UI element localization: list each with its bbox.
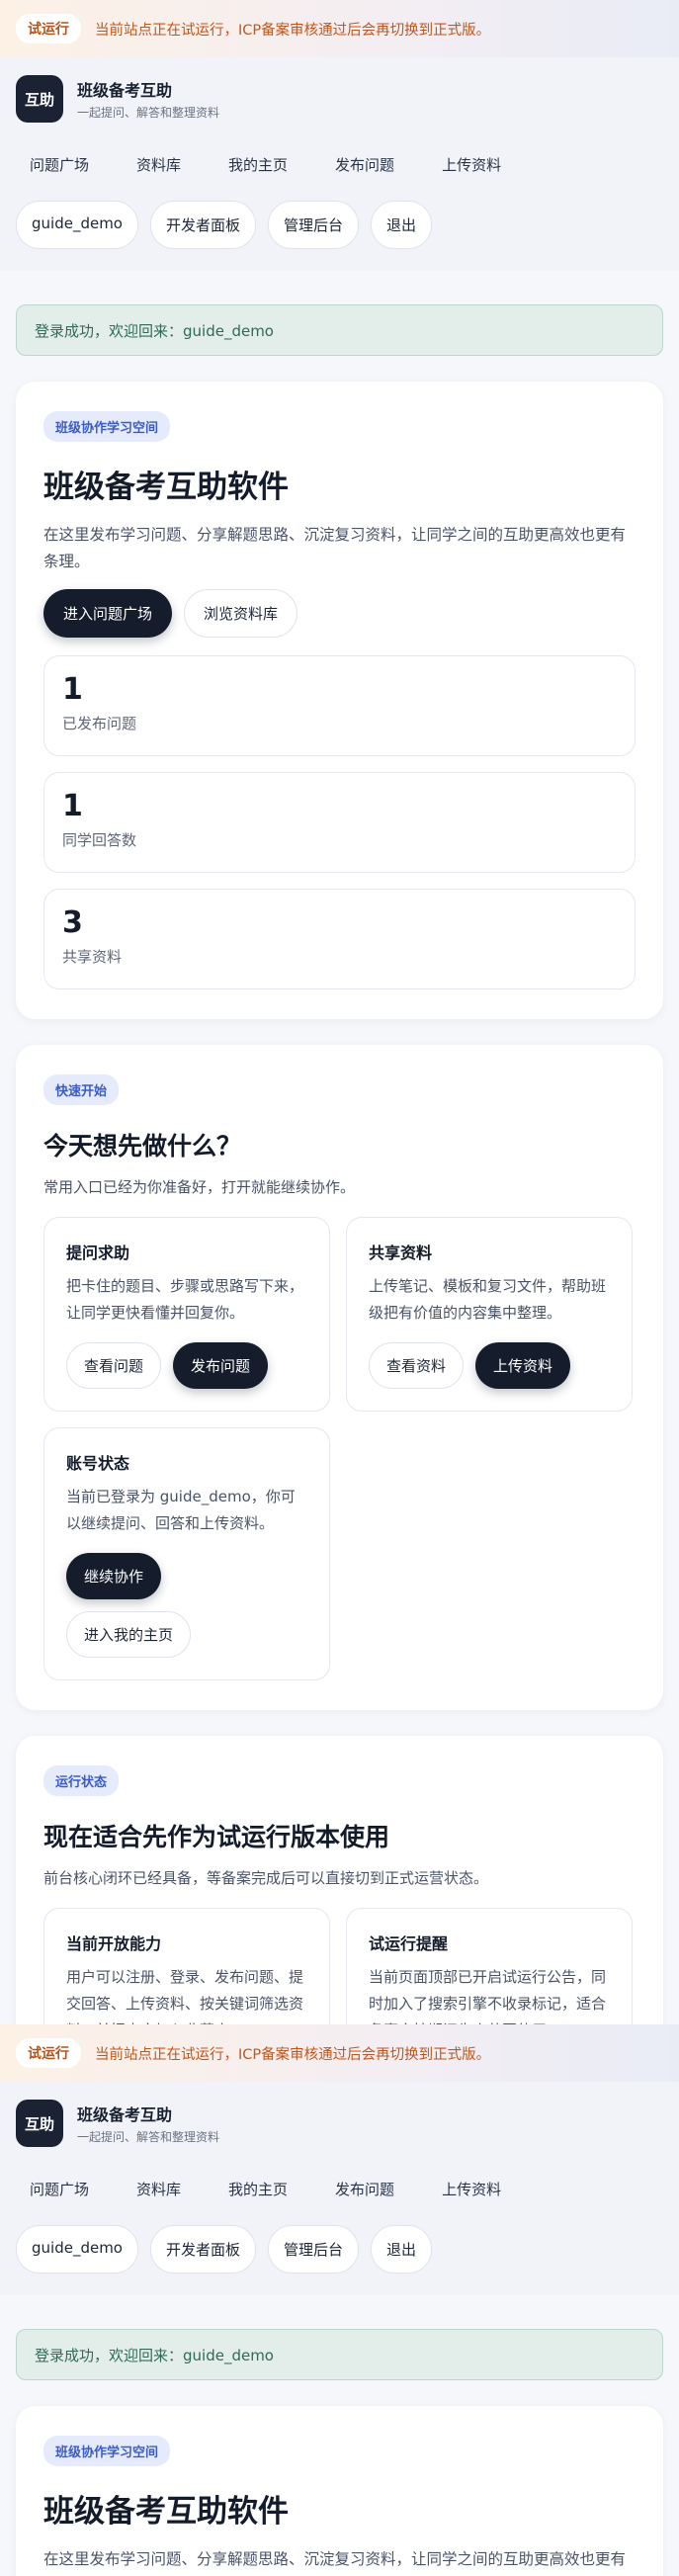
logo: 互助 <box>16 75 63 123</box>
main-content: 登录成功，欢迎回来：guide_demo 班级协作学习空间 班级备考互助软件 在… <box>0 304 679 2024</box>
brand-subtitle: 一起提问、解答和整理资料 <box>77 2130 220 2144</box>
browse-library-button[interactable]: 浏览资料库 <box>184 589 298 638</box>
main-nav: 问题广场 资料库 我的主页 发布问题 上传资料 <box>16 146 663 183</box>
admin-button[interactable]: 管理后台 <box>268 2225 360 2274</box>
trial-banner: 试运行 当前站点正在试运行，ICP备案审核通过后会再切换到正式版。 <box>0 0 679 57</box>
username-button[interactable]: guide_demo <box>16 2225 138 2274</box>
run-status-card: 运行状态 现在适合先作为试运行版本使用 前台核心闭环已经具备，等备案完成后可以直… <box>16 1736 663 2024</box>
nav-questions[interactable]: 问题广场 <box>16 2171 103 2207</box>
view-resources-button[interactable]: 查看资料 <box>369 1342 465 1389</box>
nav-library[interactable]: 资料库 <box>123 146 195 183</box>
nav-questions[interactable]: 问题广场 <box>16 146 103 183</box>
nav-ask[interactable]: 发布问题 <box>321 2171 408 2207</box>
page-view-repeat: 试运行 当前站点正在试运行，ICP备案审核通过后会再切换到正式版。 互助 班级备… <box>0 2024 679 2576</box>
logo: 互助 <box>16 2100 63 2147</box>
trial-banner: 试运行 当前站点正在试运行，ICP备案审核通过后会再切换到正式版。 <box>0 2024 679 2082</box>
brand-name: 班级备考互助 <box>77 81 173 100</box>
card-description: 把卡住的题目、步骤或思路写下来，让同学更快看懂并回复你。 <box>66 1277 304 1322</box>
stat-value: 3 <box>62 905 83 940</box>
login-success-alert: 登录成功，欢迎回来：guide_demo <box>16 2329 663 2380</box>
hero-description: 在这里发布学习问题、分享解题思路、沉淀复习资料，让同学之间的互助更高效也更有条理… <box>43 2550 627 2568</box>
quick-start-card: 快速开始 今天想先做什么？ 常用入口已经为你准备好，打开就能继续协作。 提问求助… <box>16 1045 663 1710</box>
trial-notice: 当前站点正在试运行，ICP备案审核通过后会再切换到正式版。 <box>95 22 491 39</box>
ask-help-card: 提问求助 把卡住的题目、步骤或思路写下来，让同学更快看懂并回复你。 查看问题 发… <box>43 1217 330 1412</box>
site-header: 互助 班级备考互助 一起提问、解答和整理资料 问题广场 资料库 我的主页 发布问… <box>0 2082 679 2295</box>
card-description: 上传笔记、模板和复习文件，帮助班级把有价值的内容集中整理。 <box>369 1277 607 1322</box>
card-title: 试运行提醒 <box>369 1934 449 1953</box>
run-status-tag: 运行状态 <box>43 1765 120 1796</box>
trial-notice: 当前站点正在试运行，ICP备案审核通过后会再切换到正式版。 <box>95 2046 491 2063</box>
nav-profile[interactable]: 我的主页 <box>214 2171 301 2207</box>
hero-tag: 班级协作学习空间 <box>43 2436 171 2466</box>
alert-text: 登录成功，欢迎回来：guide_demo <box>35 321 274 340</box>
brand-subtitle: 一起提问、解答和整理资料 <box>77 106 220 120</box>
logout-button[interactable]: 退出 <box>371 201 433 249</box>
login-success-alert: 登录成功，欢迎回来：guide_demo <box>16 304 663 356</box>
site-header: 互助 班级备考互助 一起提问、解答和整理资料 问题广场 资料库 我的主页 发布问… <box>0 57 679 271</box>
card-title: 共享资料 <box>369 1244 433 1262</box>
post-question-button[interactable]: 发布问题 <box>173 1342 269 1389</box>
stat-value: 1 <box>62 789 83 823</box>
stat-card: 1 同学回答数 <box>43 772 636 873</box>
stat-label: 共享资料 <box>62 948 123 966</box>
logout-button[interactable]: 退出 <box>371 2225 433 2274</box>
continue-button[interactable]: 继续协作 <box>66 1553 162 1599</box>
nav-library[interactable]: 资料库 <box>123 2171 195 2207</box>
brand-name: 班级备考互助 <box>77 2105 173 2124</box>
hero-title: 班级备考互助软件 <box>43 470 289 505</box>
nav-upload[interactable]: 上传资料 <box>428 146 515 183</box>
card-description: 用户可以注册、登录、发布问题、提交回答、上传资料、按关键词筛选资料，并把内容加入… <box>66 1968 304 2024</box>
card-description: 当前已登录为 guide_demo，你可以继续提问、回答和上传资料。 <box>66 1488 296 1532</box>
page-view: 试运行 当前站点正在试运行，ICP备案审核通过后会再切换到正式版。 互助 班级备… <box>0 0 679 2024</box>
quick-start-title: 今天想先做什么？ <box>43 1132 242 1160</box>
nav-profile[interactable]: 我的主页 <box>214 146 301 183</box>
trial-badge: 试运行 <box>16 14 81 43</box>
alert-text: 登录成功，欢迎回来：guide_demo <box>35 2346 274 2364</box>
hero-description: 在这里发布学习问题、分享解题思路、沉淀复习资料，让同学之间的互助更高效也更有条理… <box>43 526 627 570</box>
main-nav: 问题广场 资料库 我的主页 发布问题 上传资料 <box>16 2171 663 2207</box>
quick-start-tag: 快速开始 <box>43 1074 120 1105</box>
user-actions: guide_demo 开发者面板 管理后台 退出 <box>16 201 663 249</box>
nav-upload[interactable]: 上传资料 <box>428 2171 515 2207</box>
card-title: 提问求助 <box>66 1244 130 1262</box>
upload-resource-button[interactable]: 上传资料 <box>475 1342 571 1389</box>
stat-card: 3 共享资料 <box>43 889 636 989</box>
stat-card: 1 已发布问题 <box>43 655 636 756</box>
card-description: 当前页面顶部已开启试运行公告，同时加入了搜索引擎不收录标记，适合备案审核期间先小… <box>369 1968 607 2024</box>
brand[interactable]: 互助 班级备考互助 一起提问、解答和整理资料 <box>16 73 663 125</box>
hero-card: 班级协作学习空间 班级备考互助软件 在这里发布学习问题、分享解题思路、沉淀复习资… <box>16 382 663 1019</box>
run-status-description: 前台核心闭环已经具备，等备案完成后可以直接切到正式运营状态。 <box>43 1869 489 1887</box>
capabilities-card: 当前开放能力 用户可以注册、登录、发布问题、提交回答、上传资料、按关键词筛选资料… <box>43 1908 330 2024</box>
quick-start-description: 常用入口已经为你准备好，打开就能继续协作。 <box>43 1178 356 1196</box>
brand[interactable]: 互助 班级备考互助 一起提问、解答和整理资料 <box>16 2098 663 2149</box>
card-title: 账号状态 <box>66 1454 130 1473</box>
dev-panel-button[interactable]: 开发者面板 <box>150 2225 257 2274</box>
view-questions-button[interactable]: 查看问题 <box>66 1342 162 1389</box>
admin-button[interactable]: 管理后台 <box>268 201 360 249</box>
trial-badge: 试运行 <box>16 2038 81 2068</box>
nav-ask[interactable]: 发布问题 <box>321 146 408 183</box>
dev-panel-button[interactable]: 开发者面板 <box>150 201 257 249</box>
card-title: 当前开放能力 <box>66 1934 162 1953</box>
hero-tag: 班级协作学习空间 <box>43 411 171 442</box>
stat-value: 1 <box>62 672 83 707</box>
share-resources-card: 共享资料 上传笔记、模板和复习文件，帮助班级把有价值的内容集中整理。 查看资料 … <box>346 1217 633 1412</box>
enter-questions-button[interactable]: 进入问题广场 <box>43 589 173 638</box>
stat-label: 同学回答数 <box>62 831 137 849</box>
stat-label: 已发布问题 <box>62 715 137 732</box>
run-status-title: 现在适合先作为试运行版本使用 <box>43 1823 390 1851</box>
user-actions: guide_demo 开发者面板 管理后台 退出 <box>16 2225 663 2274</box>
username-button[interactable]: guide_demo <box>16 201 138 249</box>
hero-title: 班级备考互助软件 <box>43 2494 289 2530</box>
main-content: 登录成功，欢迎回来：guide_demo 班级协作学习空间 班级备考互助软件 在… <box>0 2329 679 2576</box>
account-status-card: 账号状态 当前已登录为 guide_demo，你可以继续提问、回答和上传资料。 … <box>43 1427 330 1680</box>
trial-reminder-card: 试运行提醒 当前页面顶部已开启试运行公告，同时加入了搜索引擎不收录标记，适合备案… <box>346 1908 633 2024</box>
my-profile-button[interactable]: 进入我的主页 <box>66 1611 192 1658</box>
hero-card: 班级协作学习空间 班级备考互助软件 在这里发布学习问题、分享解题思路、沉淀复习资… <box>16 2406 663 2576</box>
